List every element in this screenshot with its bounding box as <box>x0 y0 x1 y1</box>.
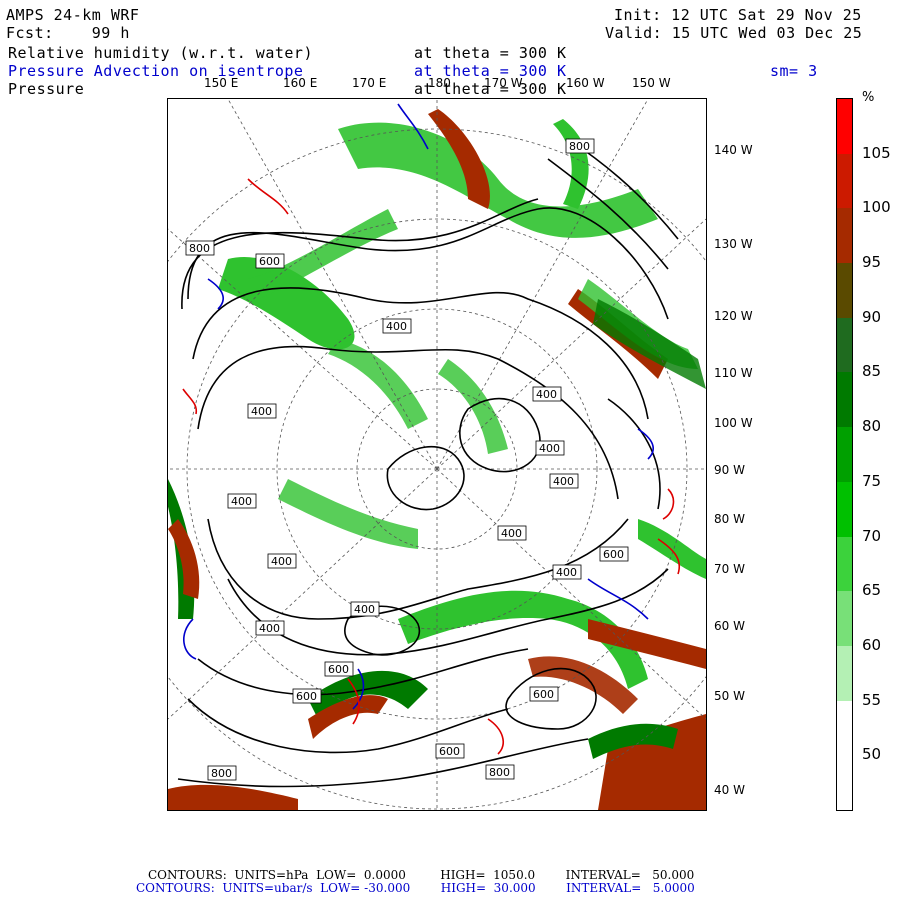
footer-contours-pressure: CONTOURS: UNITS=hPa LOW= 0.0000 HIGH= 10… <box>148 868 695 882</box>
lon-label-100w: 100 W <box>714 416 753 430</box>
lon-label-120w: 120 W <box>714 309 753 323</box>
forecast-label: Fcst: 99 h <box>6 24 130 42</box>
smoothing-label: sm= 3 <box>770 62 818 80</box>
contour-label: 800 <box>489 766 510 779</box>
model-title: AMPS 24-km WRF <box>6 6 140 24</box>
colorbar-segment <box>837 263 852 319</box>
lon-label-160e: 160 E <box>283 76 318 90</box>
valid-time: Valid: 15 UTC Wed 03 Dec 25 <box>605 24 863 42</box>
contour-label: 600 <box>259 255 280 268</box>
colorbar-segment <box>837 372 852 428</box>
lon-label-150e: 150 E <box>204 76 239 90</box>
colorbar-label: 55 <box>862 690 882 709</box>
contour-label: 400 <box>386 320 407 333</box>
colorbar-segment <box>837 481 852 538</box>
contour-label: 400 <box>536 388 557 401</box>
lon-label-150w: 150 W <box>632 76 671 90</box>
fcst-hours: 99 h <box>91 24 130 42</box>
colorbar-label: 75 <box>862 471 882 490</box>
fcst-label: Fcst: <box>6 24 54 42</box>
field-3-name: Pressure <box>8 80 85 98</box>
contour-label: 400 <box>271 555 292 568</box>
footer-contours-advection: CONTOURS: UNITS=ubar/s LOW= -30.000 HIGH… <box>136 881 695 895</box>
colorbar-label: 90 <box>862 307 882 326</box>
lon-label-170e: 170 E <box>352 76 387 90</box>
colorbar-segment <box>837 700 852 756</box>
lon-label-70w: 70 W <box>714 562 745 576</box>
field-1-name: Relative humidity (w.r.t. water) <box>8 44 313 62</box>
lon-label-90w: 90 W <box>714 463 745 477</box>
contour-label: 400 <box>259 622 280 635</box>
lon-label-110w: 110 W <box>714 366 753 380</box>
colorbar-label: 105 <box>862 143 891 162</box>
map-panel: 800 600 400 400 400 400 400 400 400 400 … <box>167 98 707 811</box>
colorbar-unit: % <box>862 90 875 105</box>
contour-label: 800 <box>569 140 590 153</box>
contour-label: 400 <box>354 603 375 616</box>
colorbar-segment <box>837 645 852 702</box>
colorbar-segment <box>837 153 852 209</box>
contour-label: 600 <box>533 688 554 701</box>
contour-label: 800 <box>189 242 210 255</box>
colorbar-label: 60 <box>862 635 882 654</box>
colorbar-label: 70 <box>862 526 882 545</box>
lon-label-170w: 170 W <box>484 76 523 90</box>
contour-label: 800 <box>211 767 232 780</box>
lon-label-60w: 60 W <box>714 619 745 633</box>
lon-label-180: 180 <box>428 76 451 90</box>
colorbar-label: 95 <box>862 253 882 272</box>
colorbar-label: 65 <box>862 581 882 600</box>
contour-label: 400 <box>539 442 560 455</box>
lon-label-130w: 130 W <box>714 237 753 251</box>
colorbar-segment <box>837 99 852 155</box>
colorbar-segment <box>837 591 852 647</box>
contour-label: 400 <box>553 475 574 488</box>
contour-label: 400 <box>231 495 252 508</box>
lon-label-40w: 40 W <box>714 783 745 797</box>
colorbar <box>836 98 853 811</box>
colorbar-segment <box>837 536 852 592</box>
colorbar-segment <box>837 317 852 373</box>
colorbar-label: 100 <box>862 198 891 217</box>
contour-label: 400 <box>556 566 577 579</box>
colorbar-label: 85 <box>862 362 882 381</box>
colorbar-segment <box>837 427 852 483</box>
contour-label: 600 <box>328 663 349 676</box>
colorbar-label: 50 <box>862 745 882 764</box>
lon-label-80w: 80 W <box>714 512 745 526</box>
colorbar-segment <box>837 208 852 264</box>
contour-label: 600 <box>296 690 317 703</box>
colorbar-label: 80 <box>862 417 882 436</box>
contour-label: 600 <box>439 745 460 758</box>
contour-label: 400 <box>501 527 522 540</box>
colorbar-segment <box>837 755 852 811</box>
map-svg: 800 600 400 400 400 400 400 400 400 400 … <box>168 99 706 810</box>
contour-label: 600 <box>603 548 624 561</box>
lon-label-160w: 160 W <box>566 76 605 90</box>
lon-label-140w: 140 W <box>714 143 753 157</box>
field-2-name: Pressure Advection on isentrope <box>8 62 304 80</box>
field-1-level: at theta = 300 K <box>414 44 567 62</box>
init-time: Init: 12 UTC Sat 29 Nov 25 <box>614 6 862 24</box>
lon-label-50w: 50 W <box>714 689 745 703</box>
contour-label: 400 <box>251 405 272 418</box>
